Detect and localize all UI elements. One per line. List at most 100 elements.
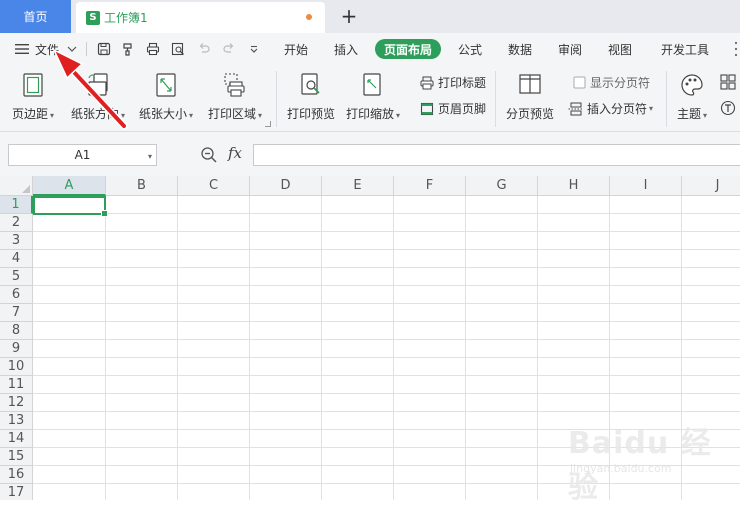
zoom-button[interactable] bbox=[200, 146, 218, 164]
show-page-breaks-checkbox[interactable]: 显示分页符 bbox=[571, 74, 650, 91]
ribbon-tab-3[interactable]: 公式 bbox=[449, 39, 491, 59]
column-header-d[interactable]: D bbox=[250, 176, 322, 196]
theme-fonts-button[interactable] bbox=[720, 100, 736, 116]
column-header-e[interactable]: E bbox=[322, 176, 394, 196]
column-header-j[interactable]: J bbox=[682, 176, 740, 196]
file-menu-button[interactable]: 文件 bbox=[14, 33, 77, 65]
undo-button[interactable] bbox=[195, 40, 213, 58]
row-header-6[interactable]: 6 bbox=[0, 286, 33, 304]
column-header-f[interactable]: F bbox=[394, 176, 466, 196]
file-menu-label: 文件 bbox=[35, 42, 60, 57]
gridline bbox=[33, 213, 740, 214]
theme-button[interactable]: 主题 ▾ bbox=[677, 72, 707, 122]
column-header-h[interactable]: H bbox=[538, 176, 610, 196]
gridline bbox=[33, 285, 740, 286]
row-header-4[interactable]: 4 bbox=[0, 250, 33, 268]
row-header-2[interactable]: 2 bbox=[0, 214, 33, 232]
print-titles-button[interactable]: 打印标题 bbox=[419, 74, 486, 91]
gridline bbox=[249, 196, 250, 500]
quick-access-more-button[interactable] bbox=[245, 40, 263, 58]
tab-workbook-label: 工作簿1 bbox=[104, 11, 148, 25]
gridline bbox=[177, 196, 178, 500]
ribbon-tab-7[interactable]: 开发工具 bbox=[652, 39, 718, 59]
page-setup-launcher[interactable] bbox=[265, 121, 271, 127]
row-header-11[interactable]: 11 bbox=[0, 376, 33, 394]
row-header-1[interactable]: 1 bbox=[0, 196, 33, 214]
new-tab-button[interactable]: + bbox=[338, 4, 360, 28]
insert-page-break-icon bbox=[568, 101, 584, 117]
gridline bbox=[33, 303, 740, 304]
save-button[interactable] bbox=[95, 40, 113, 58]
ribbon-tab-5[interactable]: 审阅 bbox=[549, 39, 591, 59]
ribbon-tab-0[interactable]: 开始 bbox=[275, 39, 317, 59]
insert-page-break-button[interactable]: 插入分页符 ▾ bbox=[568, 100, 653, 117]
column-header-i[interactable]: I bbox=[610, 176, 682, 196]
row-header-10[interactable]: 10 bbox=[0, 358, 33, 376]
row-header-15[interactable]: 15 bbox=[0, 448, 33, 466]
show-page-breaks-label: 显示分页符 bbox=[590, 76, 651, 90]
margins-button[interactable]: 页边距 ▾ bbox=[12, 72, 54, 122]
ribbon-tab-1[interactable]: 插入 bbox=[325, 39, 367, 59]
paper-size-button[interactable]: 纸张大小 ▾ bbox=[139, 72, 193, 122]
selected-cell-a1[interactable] bbox=[33, 196, 108, 217]
column-header-g[interactable]: G bbox=[466, 176, 538, 196]
chevron-down-icon: ▾ bbox=[147, 152, 152, 161]
print-preview-button[interactable]: 打印预览 bbox=[287, 72, 335, 122]
redo-button[interactable] bbox=[220, 40, 238, 58]
header-footer-button[interactable]: 页眉页脚 bbox=[419, 100, 486, 117]
print-scale-button[interactable]: 打印缩放 ▾ bbox=[346, 72, 400, 122]
redo-icon bbox=[223, 43, 234, 53]
undo-icon bbox=[199, 43, 210, 53]
gridline bbox=[33, 393, 740, 394]
name-box[interactable]: A1 ▾ bbox=[8, 144, 157, 166]
orientation-button[interactable]: 纸张方向 ▾ bbox=[71, 72, 125, 122]
ribbon-tab-6[interactable]: 视图 bbox=[599, 39, 641, 59]
chevron-down-icon bbox=[67, 46, 77, 52]
print-preview-label: 打印预览 bbox=[287, 107, 336, 121]
row-header-5[interactable]: 5 bbox=[0, 268, 33, 286]
ribbon-tab-2[interactable]: 页面布局 bbox=[375, 39, 442, 59]
theme-colors-button[interactable] bbox=[720, 74, 736, 90]
row-header-17[interactable]: 17 bbox=[0, 484, 33, 500]
ribbon-more-button[interactable] bbox=[724, 39, 740, 59]
column-header-c[interactable]: C bbox=[178, 176, 250, 196]
column-header-b[interactable]: B bbox=[106, 176, 178, 196]
ribbon-page-layout: 页边距 ▾ 纸张方向 ▾ 纸张大小 ▾ 打印区域 ▾ 打印预览 打印缩放 ▾ 打… bbox=[0, 65, 740, 132]
header-footer-label: 页眉页脚 bbox=[438, 102, 487, 116]
gridline bbox=[393, 196, 394, 500]
checkbox-icon bbox=[571, 75, 587, 91]
gridline bbox=[33, 411, 740, 412]
menu-bar: 文件 开始 插入 页面布局 公式 数据 审阅 视图 开发工具 bbox=[0, 33, 740, 65]
gridline bbox=[33, 357, 740, 358]
print-button[interactable] bbox=[144, 40, 162, 58]
row-header-8[interactable]: 8 bbox=[0, 322, 33, 340]
tab-home[interactable]: 首页 bbox=[0, 0, 71, 33]
divider bbox=[666, 71, 667, 127]
row-header-16[interactable]: 16 bbox=[0, 466, 33, 484]
format-painter-button[interactable] bbox=[119, 40, 137, 58]
tab-workbook[interactable]: S 工作簿1 bbox=[76, 2, 325, 33]
format-painter-icon bbox=[123, 43, 132, 56]
palette-icon bbox=[679, 72, 705, 98]
formula-bar: A1 ▾ fx bbox=[0, 132, 740, 176]
row-header-12[interactable]: 12 bbox=[0, 394, 33, 412]
select-all-corner[interactable] bbox=[0, 176, 33, 196]
print-area-button[interactable]: 打印区域 ▾ bbox=[208, 72, 262, 122]
column-header-a[interactable]: A bbox=[33, 176, 106, 196]
row-header-13[interactable]: 13 bbox=[0, 412, 33, 430]
row-header-3[interactable]: 3 bbox=[0, 232, 33, 250]
row-header-7[interactable]: 7 bbox=[0, 304, 33, 322]
ribbon-tab-4[interactable]: 数据 bbox=[499, 39, 541, 59]
insert-function-button[interactable]: fx bbox=[228, 144, 242, 162]
formula-input[interactable] bbox=[253, 144, 740, 166]
row-header-9[interactable]: 9 bbox=[0, 340, 33, 358]
tab-bar: 首页 S 工作簿1 + bbox=[0, 0, 740, 33]
print-area-icon bbox=[222, 72, 248, 98]
page-break-preview-button[interactable]: 分页预览 bbox=[506, 72, 554, 122]
print-preview-quick-button[interactable] bbox=[169, 40, 187, 58]
margins-icon bbox=[20, 72, 46, 98]
row-header-14[interactable]: 14 bbox=[0, 430, 33, 448]
tab-home-label: 首页 bbox=[23, 10, 48, 24]
gridline bbox=[33, 375, 740, 376]
insert-page-break-label: 插入分页符 bbox=[587, 102, 648, 116]
